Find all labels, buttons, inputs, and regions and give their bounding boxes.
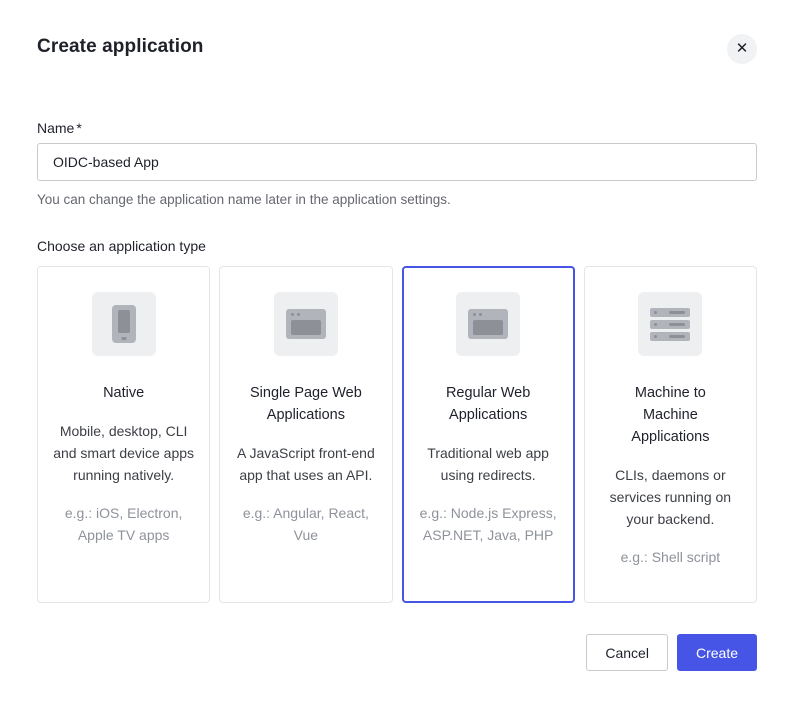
card-title: Single Page Web Applications — [249, 385, 362, 423]
application-type-grid: Native Mobile, desktop, CLI and smart de… — [37, 266, 757, 603]
card-examples: e.g.: Shell script — [620, 549, 721, 565]
card-examples: e.g.: Angular, React, Vue — [242, 505, 369, 543]
application-type-label: Choose an application type — [37, 238, 206, 254]
card-description: A JavaScript front-end app that uses an … — [237, 445, 375, 483]
required-asterisk: * — [76, 120, 82, 136]
card-description: Traditional web app using redirects. — [427, 445, 549, 483]
app-type-card-spa[interactable]: Single Page Web Applications A JavaScrip… — [219, 266, 393, 603]
phone-icon — [91, 292, 156, 356]
name-label: Name * — [37, 120, 82, 136]
name-helper-text: You can change the application name late… — [37, 192, 451, 207]
create-button[interactable]: Create — [676, 634, 757, 671]
card-title: Machine to Machine Applications — [631, 385, 710, 445]
close-button[interactable]: ✕ — [727, 34, 757, 64]
app-type-card-native[interactable]: Native Mobile, desktop, CLI and smart de… — [37, 266, 211, 603]
card-title: Regular Web Applications — [445, 385, 531, 423]
card-description: CLIs, daemons or services running on you… — [609, 467, 732, 527]
page-title: Create application — [37, 36, 204, 57]
app-type-card-regular-web[interactable]: Regular Web Applications Traditional web… — [401, 266, 575, 603]
cancel-button[interactable]: Cancel — [586, 634, 668, 671]
modal-header: Create application ✕ — [37, 34, 757, 64]
modal-footer: Cancel Create — [37, 634, 757, 671]
name-section: Name* You can change the application nam… — [37, 120, 757, 207]
card-title: Native — [103, 385, 145, 401]
app-type-card-machine-to-machine[interactable]: Machine to Machine Applications CLIs, da… — [583, 266, 757, 603]
card-examples: e.g.: iOS, Electron, Apple TV apps — [64, 505, 183, 543]
create-application-modal: Create application ✕ Name* You can chang… — [0, 0, 788, 709]
browser-icon — [456, 292, 521, 356]
card-description: Mobile, desktop, CLI and smart device ap… — [53, 423, 195, 483]
close-icon: ✕ — [735, 40, 749, 57]
card-examples: e.g.: Node.js Express, ASP.NET, Java, PH… — [419, 505, 557, 543]
server-icon — [638, 292, 703, 356]
browser-icon — [273, 292, 338, 356]
application-name-input[interactable] — [37, 143, 757, 181]
